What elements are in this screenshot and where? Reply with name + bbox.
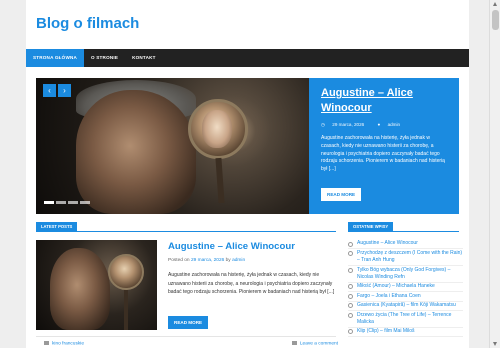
by-label: by [225,258,231,263]
slide-title[interactable]: Augustine – Alice Winocour [321,86,447,116]
recent-post-item[interactable]: Drzewo życia (The Tree of Life) – Terren… [348,311,463,328]
slider-dots [44,201,90,204]
recent-post-link[interactable]: Fargo – Joela i Ethana Coen [357,293,421,299]
circle-icon [348,312,353,318]
recent-post-link[interactable]: Gasienica (Kyatapiră) – film Kōji Wakama… [357,302,456,308]
user-icon: ● [377,122,381,127]
recent-post-link[interactable]: Tylko Bóg wybacza (Only God Forgives) – … [357,267,450,280]
page-scrollbar[interactable] [489,0,500,348]
scroll-up-icon[interactable] [493,2,497,6]
slider-dot[interactable] [80,201,90,204]
slide-date[interactable]: 29 marca, 2026 [332,122,364,127]
latest-posts-rule [36,231,336,232]
recent-post-link[interactable]: Miłość (Amour) – Michaela Haneke [357,283,435,289]
recent-post-link[interactable]: Klip (Clip) – film Mai Miloš [357,328,415,334]
recent-posts-heading: OSTATNIE WPISY [348,222,394,231]
post-comment-wrap: Leave a comment [291,341,338,346]
recent-post-item[interactable]: Klip (Clip) – film Mai Miloš [348,328,463,338]
circle-icon [348,241,353,247]
circle-icon [348,303,353,309]
slide-image-handle [215,157,225,204]
slide-image-reflection [202,110,232,148]
clock-icon: ◷ [321,122,326,127]
post-date-link[interactable]: 29 marca, 2026 [191,258,224,263]
main-navigation: STRONA GŁÓWNA O STRONIE KONTAKT [26,49,469,67]
chevron-left-icon: ‹ [48,86,51,95]
scroll-down-icon[interactable] [493,342,497,346]
post-thumb-face [50,248,110,330]
comment-icon [291,341,297,345]
featured-slider: ‹ › Augustine – Alice Winocour ◷ 29 marc… [36,78,459,214]
recent-post-link[interactable]: Augustine – Alice Winocour [357,240,418,246]
post-excerpt: Augustine zachorowała na histerię, żyła … [168,272,335,296]
circle-icon [348,250,353,256]
chevron-right-icon: › [63,86,66,95]
post-comment-link[interactable]: Leave a comment [300,341,338,346]
slider-dot[interactable] [56,201,66,204]
circle-icon [348,284,353,290]
slide-meta: ◷ 29 marca, 2026 ● admin [321,122,447,128]
post-category-wrap: kino francuskie [44,341,84,346]
post-thumb-handle [124,290,128,330]
recent-post-item[interactable]: Przychodzę z deszczem (I Come with the R… [348,249,463,267]
post-category-link[interactable]: kino francuskie [52,341,84,346]
slide-excerpt: Augustine zachorowała na histerię, żyła … [321,135,445,173]
post-read-more-button[interactable]: READ MORE [168,316,209,329]
post-title[interactable]: Augustine – Alice Winocour [168,241,295,252]
slider-prev-button[interactable]: ‹ [43,84,56,97]
recent-post-link[interactable]: Przychodzę z deszczem (I Come with the R… [357,250,462,263]
nav-item-contact[interactable]: KONTAKT [125,49,163,67]
circle-icon [348,267,353,273]
slide-author[interactable]: admin [388,122,401,127]
slide-date-wrap: ◷ 29 marca, 2026 [321,122,370,127]
posted-on-label: Posted on [168,258,190,263]
circle-icon [348,329,353,335]
recent-post-link[interactable]: Drzewo życia (The Tree of Life) – Terren… [357,312,451,325]
site-title[interactable]: Blog o filmach [36,15,139,32]
recent-post-item[interactable]: Gasienica (Kyatapiră) – film Kōji Wakama… [348,302,463,312]
circle-icon [348,293,353,299]
slide-image[interactable]: ‹ › [36,78,309,214]
post-thumb-magnifier [108,254,144,290]
recent-post-item[interactable]: Fargo – Joela i Ethana Coen [348,292,463,302]
post-thumbnail[interactable] [36,240,157,330]
scrollbar-thumb[interactable] [492,10,499,30]
nav-item-home[interactable]: STRONA GŁÓWNA [26,49,85,67]
recent-post-item[interactable]: Miłość (Amour) – Michaela Haneke [348,283,463,293]
slider-next-button[interactable]: › [58,84,71,97]
post-footer: kino francuskie Leave a comment [36,336,338,348]
post-author-link[interactable]: admin [232,258,245,263]
recent-post-item[interactable]: Tylko Bóg wybacza (Only God Forgives) – … [348,266,463,283]
slide-read-more-button[interactable]: READ MORE [321,187,362,201]
slide-caption: Augustine – Alice Winocour ◷ 29 marca, 2… [309,78,459,214]
nav-item-about[interactable]: O STRONIE [84,49,125,67]
slider-dot[interactable] [68,201,78,204]
slide-author-wrap: ● admin [378,122,407,127]
page: Blog o filmach STRONA GŁÓWNA O STRONIE K… [26,0,469,348]
slide-image-face [76,90,196,214]
slider-dot[interactable] [44,201,54,204]
recent-posts-rule [348,231,459,232]
latest-posts-heading: LATEST POSTS [36,222,78,231]
recent-posts-list: Augustine – Alice Winocour Przychodzę z … [348,240,463,338]
post-meta: Posted on 29 marca, 2026 by admin [168,258,245,263]
folder-icon [44,341,49,345]
recent-post-item[interactable]: Augustine – Alice Winocour [348,240,463,250]
